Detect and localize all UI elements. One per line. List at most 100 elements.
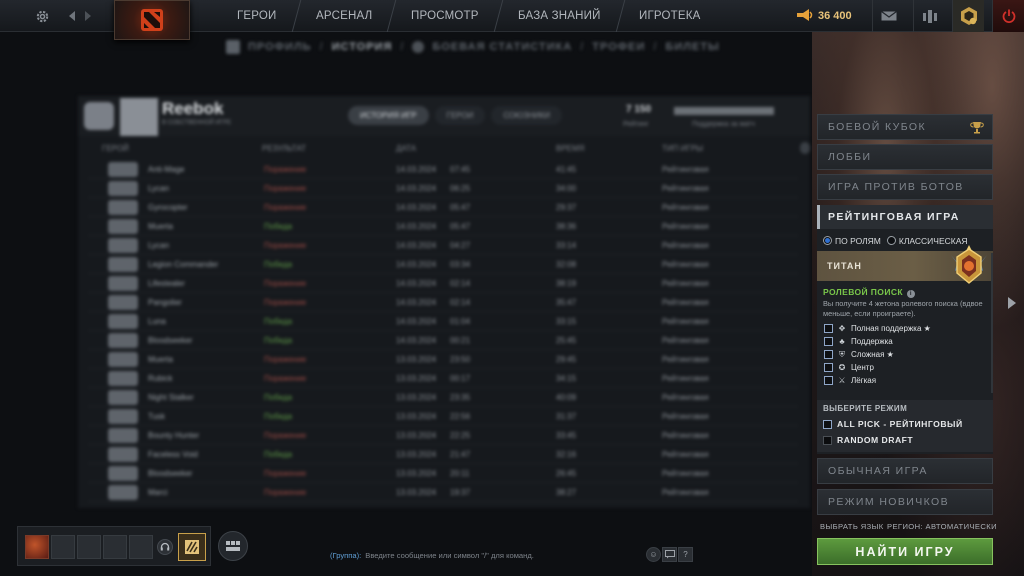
nav-arcade[interactable]: ИГРОТЕКА	[616, 0, 724, 32]
match-time: 20:11	[450, 469, 470, 478]
tab-match-history[interactable]: ИСТОРИЯ ИГР	[348, 106, 429, 125]
hero-icon	[108, 162, 138, 177]
back-arrow-icon[interactable]	[64, 0, 80, 32]
role-support-checkbox[interactable]	[824, 337, 833, 346]
dota-logo-home-button[interactable]	[114, 0, 190, 40]
table-row[interactable]: Lifestealer Поражение 14.03.2024 02:14 38:19…	[88, 274, 798, 293]
table-row[interactable]: Legion Commander Победа 14.03.2024 03:34 32:…	[88, 255, 798, 274]
choose-language-link[interactable]: ВЫБРАТЬ ЯЗЫК	[820, 522, 884, 531]
role-offlane[interactable]: ⛨ Сложная ★	[824, 349, 894, 360]
column-result[interactable]: РЕЗУЛЬТАТ	[262, 144, 306, 153]
table-row[interactable]: Tusk Победа 13.03.2024 22:56 31:37 Рейтингова…	[88, 407, 798, 426]
mode-bots[interactable]: ИГРА ПРОТИВ БОТОВ	[817, 174, 993, 200]
mode-unranked[interactable]: ОБЫЧНАЯ ИГРА	[817, 458, 993, 484]
side-expand-arrow-icon[interactable]	[1005, 294, 1019, 312]
dashboard-icon[interactable]	[913, 0, 945, 32]
role-support[interactable]: ♣ Поддержка	[824, 336, 893, 347]
match-time: 07:45	[450, 165, 471, 174]
subnav-tickets[interactable]: БИЛЕТЫ	[665, 41, 719, 53]
gamemode-all-pick-checkbox[interactable]	[823, 419, 832, 429]
chat-channel[interactable]: (Группа):	[330, 551, 361, 560]
party-slot-empty[interactable]	[77, 535, 101, 559]
gamemode-random-draft[interactable]: RANDOM DRAFT	[823, 435, 913, 445]
rating-label: Рейтинг	[623, 121, 649, 128]
table-row[interactable]: Bloodseeker Победа 14.03.2024 00:21 25:45 Рей…	[88, 331, 798, 350]
party-slot-self-avatar[interactable]	[25, 535, 49, 559]
settings-gear-icon[interactable]	[28, 0, 56, 32]
table-row[interactable]: Bounty Hunter Поражение 13.03.2024 22:25 33:…	[88, 426, 798, 445]
party-slot-empty[interactable]	[129, 535, 153, 559]
column-hero[interactable]: ГЕРОЙ	[102, 144, 129, 153]
subnav-trophies[interactable]: ТРОФЕИ	[592, 41, 645, 53]
shards-currency[interactable]: 36 400	[796, 0, 852, 32]
nav-watch[interactable]: ПРОСМОТР	[387, 0, 503, 32]
mode-new-player[interactable]: РЕЖИМ НОВИЧКОВ	[817, 489, 993, 515]
party-slot-empty[interactable]	[51, 535, 75, 559]
party-finder-icon[interactable]	[218, 531, 248, 561]
dota-plus-icon[interactable]	[952, 0, 984, 32]
table-row[interactable]: Anti-Mage Поражение 14.03.2024 07:45 41:45 Ре…	[88, 160, 798, 179]
nav-heroes[interactable]: ГЕРОИ	[213, 0, 301, 32]
role-hard-support-label: Полная поддержка ★	[851, 324, 931, 333]
mode-battle-cup[interactable]: БОЕВОЙ КУБОК	[817, 114, 993, 140]
chat-input[interactable]: (Группа): Введите сообщение или символ "…	[330, 547, 646, 563]
voice-headset-icon[interactable]	[157, 539, 173, 555]
match-type: Рейтинговая	[662, 184, 709, 193]
forward-arrow-icon[interactable]	[80, 0, 96, 32]
player-avatar[interactable]	[120, 98, 158, 136]
table-row[interactable]: Night Stalker Победа 13.03.2024 23:35 40:09 Р…	[88, 388, 798, 407]
subnav-history[interactable]: ИСТОРИЯ	[332, 41, 393, 53]
subnav-battle-stats[interactable]: БОЕВАЯ СТАТИСТИКА	[432, 41, 572, 53]
mode-ranked-header[interactable]: РЕЙТИНГОВАЯ ИГРА	[817, 205, 993, 229]
hero-icon	[108, 181, 138, 196]
table-row[interactable]: Lycan Поражение 14.03.2024 04:27 33:14 Рейтин…	[88, 236, 798, 255]
nav-armory[interactable]: АРСЕНАЛ	[292, 0, 397, 32]
column-game-type[interactable]: ТИП ИГРЫ	[662, 144, 703, 153]
role-hard-support[interactable]: ✥ Полная поддержка ★	[824, 323, 931, 334]
table-row[interactable]: Marci Поражение 13.03.2024 19:37 38:27 Рейтин…	[88, 483, 798, 502]
match-date: 13.03.2024	[396, 412, 437, 421]
match-result: Поражение	[264, 431, 307, 440]
column-duration[interactable]: ВРЕМЯ	[556, 144, 584, 153]
mode-bots-label: ИГРА ПРОТИВ БОТОВ	[828, 181, 964, 193]
scroll-indicator[interactable]	[800, 142, 810, 154]
chat-wheel-icon[interactable]	[662, 547, 677, 562]
party-slot-empty[interactable]	[103, 535, 127, 559]
info-icon[interactable]: i	[906, 290, 915, 298]
ranked-scrollbar[interactable]	[991, 253, 993, 393]
emoticon-icon[interactable]: ☺	[646, 547, 661, 562]
tab-allies[interactable]: СОЮЗНИКИ	[491, 106, 563, 125]
role-carry-checkbox[interactable]	[824, 376, 833, 385]
rank-ticket-icon[interactable]	[178, 533, 206, 561]
region-selector[interactable]: РЕГИОН: АВТОМАТИЧЕСКИ	[887, 522, 997, 531]
table-row[interactable]: Pangolier Поражение 14.03.2024 02:14 35:47 Ре…	[88, 293, 798, 312]
table-row[interactable]: Lycan Поражение 14.03.2024 06:25 34:00 Рейтин…	[88, 179, 798, 198]
gamemode-random-draft-checkbox[interactable]	[823, 435, 832, 445]
role-carry[interactable]: ⚔ Лёгкая	[824, 375, 876, 386]
mode-lobby[interactable]: ЛОББИ	[817, 144, 993, 170]
mail-icon[interactable]	[872, 0, 904, 32]
role-hard-support-checkbox[interactable]	[824, 324, 833, 333]
column-date[interactable]: ДАТА	[396, 144, 416, 153]
table-row[interactable]: Gyrocopter Поражение 14.03.2024 05:47 29:37 Р…	[88, 198, 798, 217]
gamemode-all-pick[interactable]: ALL PICK - РЕЙТИНГОВЫЙ	[823, 419, 963, 429]
table-row[interactable]: Faceless Void Победа 13.03.2024 21:47 32:16 Р…	[88, 445, 798, 464]
nav-knowledge-base[interactable]: БАЗА ЗНАНИЙ	[494, 0, 625, 32]
match-time: 19:37	[450, 488, 471, 497]
role-mid-checkbox[interactable]	[824, 363, 833, 372]
table-row[interactable]: Bloodseeker Поражение 13.03.2024 20:11 26:45…	[88, 464, 798, 483]
radio-role-queue[interactable]: ПО РОЛЯМ	[823, 236, 881, 246]
table-row[interactable]: Muerta Победа 14.03.2024 05:47 38:36 Рейтинго…	[88, 217, 798, 236]
role-offlane-checkbox[interactable]	[824, 350, 833, 359]
tab-heroes[interactable]: ГЕРОИ	[434, 106, 486, 125]
match-result: Победа	[264, 450, 293, 459]
table-row[interactable]: Muerta Поражение 13.03.2024 23:50 29:45 Рейти…	[88, 350, 798, 369]
match-duration: 34:15	[556, 374, 577, 383]
find-game-button[interactable]: НАЙТИ ИГРУ	[817, 538, 993, 565]
power-exit-icon[interactable]	[992, 0, 1024, 32]
role-mid[interactable]: ✪ Центр	[824, 362, 874, 373]
table-row[interactable]: Luna Победа 14.03.2024 01:04 33:15 Рейтингова…	[88, 312, 798, 331]
table-row[interactable]: Rubick Поражение 13.03.2024 00:17 34:15 Рейти…	[88, 369, 798, 388]
help-question-icon[interactable]: ?	[678, 547, 693, 562]
subnav-profile[interactable]: ПРОФИЛЬ	[248, 41, 312, 53]
